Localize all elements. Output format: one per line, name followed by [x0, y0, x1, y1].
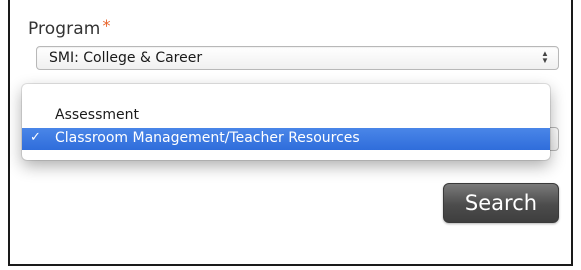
dropdown-option-assessment[interactable]: Assessment [22, 105, 550, 127]
dropdown-option-classroom-management[interactable]: ✓ Classroom Management/Teacher Resources [22, 128, 550, 150]
program-label-text: Program [28, 19, 101, 39]
program-select-value: SMI: College & Career [49, 50, 203, 66]
category-dropdown-menu: Assessment ✓ Classroom Management/Teache… [22, 84, 550, 160]
program-label: Program * [28, 16, 111, 39]
required-marker: * [102, 16, 111, 35]
checkmark-icon: ✓ [30, 130, 41, 145]
search-button[interactable]: Search [443, 183, 559, 223]
program-select[interactable]: SMI: College & Career ▲ ▼ [36, 46, 559, 70]
updown-arrows-icon: ▲▼ [541, 49, 549, 65]
option-label: Classroom Management/Teacher Resources [55, 130, 360, 146]
option-label: Assessment [55, 107, 139, 123]
